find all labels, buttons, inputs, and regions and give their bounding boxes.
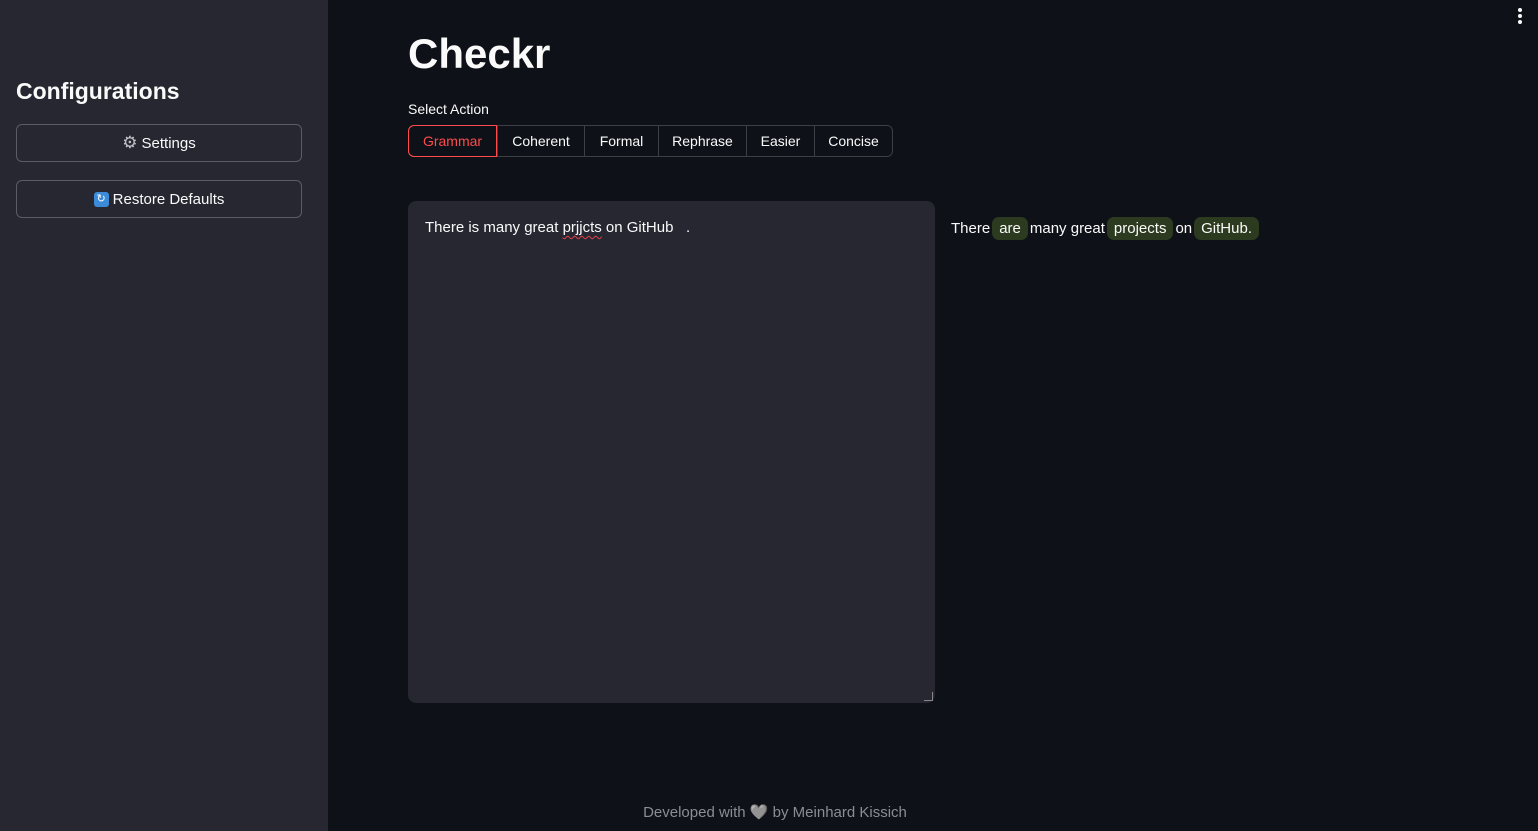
sidebar: Configurations ⚙ Settings ↻ Restore Defa… [0,0,328,831]
footer-prefix: Developed with [643,804,746,821]
result-highlight: GitHub. [1194,217,1259,240]
action-rephrase[interactable]: Rephrase [658,126,746,156]
action-coherent[interactable]: Coherent [497,126,584,156]
refresh-icon: ↻ [93,191,109,207]
action-formal[interactable]: Formal [584,126,658,156]
misspelled-word: prjjcts [562,219,602,236]
restore-defaults-button[interactable]: ↻ Restore Defaults [16,180,302,218]
action-easier[interactable]: Easier [746,126,814,156]
footer: Developed with 🩶 by Meinhard Kissich [328,803,1222,821]
resize-handle[interactable] [924,692,933,701]
main-menu-icon[interactable] [1516,8,1524,24]
action-selector: Grammar Coherent Formal Rephrase Easier … [408,125,893,157]
settings-button[interactable]: ⚙ Settings [16,124,302,162]
input-text-end: on GitHub . [601,219,691,236]
result-word: on [1175,220,1193,237]
restore-defaults-label: Restore Defaults [112,190,225,208]
heart-icon: 🩶 [749,804,769,821]
input-textarea[interactable]: There is many great prjjcts on GitHub . [408,201,935,703]
sidebar-title: Configurations [16,78,180,104]
input-text-start: There is many great [425,219,563,236]
result-highlight: are [992,217,1028,240]
footer-suffix: by Meinhard Kissich [772,804,907,821]
select-action-label: Select Action [408,101,489,117]
result-word: There [951,220,991,237]
settings-button-label: Settings [141,134,196,152]
result-word: many great [1029,220,1105,237]
corrected-output: There are many great projects on GitHub. [951,217,1259,240]
action-grammar[interactable]: Grammar [408,125,497,157]
result-highlight: projects [1106,217,1174,240]
page-title: Checkr [408,30,551,77]
action-concise[interactable]: Concise [814,126,892,156]
gear-icon: ⚙ [122,133,138,152]
